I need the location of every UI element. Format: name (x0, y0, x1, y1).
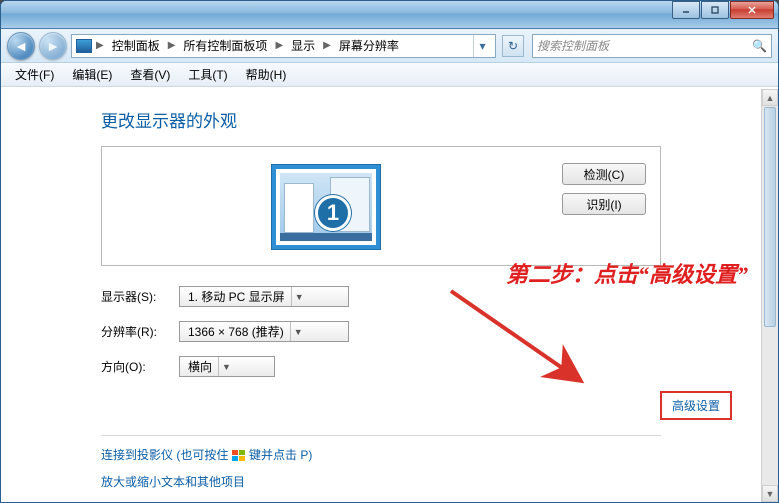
display-dropdown[interactable]: 1. 移动 PC 显示屏 ▼ (179, 286, 349, 307)
monitor-thumbnail[interactable]: 1 (272, 165, 380, 249)
resolution-dropdown[interactable]: 1366 × 768 (推荐) ▼ (179, 321, 349, 342)
projector-link[interactable]: 连接到投影仪 (也可按住 键并点击 P) (101, 446, 731, 463)
menu-help[interactable]: 帮助(H) (238, 64, 295, 85)
address-bar[interactable]: ▶ 控制面板 ▶ 所有控制面板项 ▶ 显示 ▶ 屏幕分辨率 ▾ (71, 34, 496, 58)
address-dropdown[interactable]: ▾ (473, 35, 491, 57)
orientation-dropdown[interactable]: 横向 ▼ (179, 356, 275, 377)
annotation-text: 第二步：点击“高级设置” (506, 257, 748, 289)
chevron-down-icon: ▼ (290, 322, 306, 341)
resolution-dropdown-value: 1366 × 768 (推荐) (188, 323, 284, 340)
chevron-right-icon: ▶ (166, 40, 178, 51)
chevron-right-icon: ▶ (321, 40, 333, 51)
menu-bar: 文件(F) 编辑(E) 查看(V) 工具(T) 帮助(H) (1, 63, 778, 87)
orientation-label: 方向(O): (101, 358, 179, 375)
search-placeholder: 搜索控制面板 (537, 37, 609, 54)
menu-file[interactable]: 文件(F) (7, 64, 62, 85)
breadcrumb-item[interactable]: 控制面板 (108, 37, 164, 54)
search-icon: 🔍 (752, 39, 767, 53)
titlebar (1, 1, 778, 29)
menu-view[interactable]: 查看(V) (122, 64, 178, 85)
window-frame: ◄ ► ▶ 控制面板 ▶ 所有控制面板项 ▶ 显示 ▶ 屏幕分辨率 ▾ ↻ 搜索… (0, 0, 779, 503)
chevron-right-icon: ▶ (273, 40, 285, 51)
minimize-button[interactable] (672, 1, 700, 19)
divider (101, 435, 661, 436)
breadcrumb-item[interactable]: 显示 (287, 37, 319, 54)
orientation-dropdown-value: 横向 (188, 358, 212, 375)
breadcrumb-item[interactable]: 屏幕分辨率 (335, 37, 403, 54)
display-preview-box: 1 检测(C) 识别(I) (101, 146, 661, 266)
monitor-number-badge: 1 (315, 195, 351, 231)
vertical-scrollbar[interactable]: ▲ ▼ (761, 89, 778, 502)
scroll-up-button[interactable]: ▲ (762, 89, 778, 106)
breadcrumb-item[interactable]: 所有控制面板项 (179, 37, 271, 54)
nav-row: ◄ ► ▶ 控制面板 ▶ 所有控制面板项 ▶ 显示 ▶ 屏幕分辨率 ▾ ↻ 搜索… (1, 29, 778, 63)
menu-edit[interactable]: 编辑(E) (64, 64, 120, 85)
identify-button[interactable]: 识别(I) (562, 193, 646, 215)
which-display-link[interactable]: 我应该选择什么显示器设置？ (101, 500, 731, 502)
page-title: 更改显示器的外观 (101, 107, 731, 132)
menu-tools[interactable]: 工具(T) (180, 64, 235, 85)
windows-key-icon (232, 450, 246, 462)
resolution-label: 分辨率(R): (101, 323, 179, 340)
chevron-right-icon: ▶ (94, 40, 106, 51)
control-panel-icon (76, 39, 92, 53)
scroll-thumb[interactable] (764, 107, 776, 327)
detect-button[interactable]: 检测(C) (562, 163, 646, 185)
text-size-link[interactable]: 放大或缩小文本和其他项目 (101, 473, 731, 490)
chevron-down-icon: ▼ (218, 357, 234, 376)
search-input[interactable]: 搜索控制面板 🔍 (532, 34, 772, 58)
content-area: 更改显示器的外观 1 检测(C) 识别(I) 显示器(S): 1. 移动 PC … (1, 89, 778, 502)
scroll-down-button[interactable]: ▼ (762, 485, 778, 502)
maximize-button[interactable] (701, 1, 729, 19)
forward-button[interactable]: ► (39, 32, 67, 60)
close-button[interactable] (730, 1, 774, 19)
chevron-down-icon: ▼ (291, 287, 307, 306)
display-dropdown-value: 1. 移动 PC 显示屏 (188, 288, 285, 305)
advanced-settings-link[interactable]: 高级设置 (660, 391, 732, 420)
refresh-button[interactable]: ↻ (502, 35, 524, 57)
display-label: 显示器(S): (101, 288, 179, 305)
back-button[interactable]: ◄ (7, 32, 35, 60)
